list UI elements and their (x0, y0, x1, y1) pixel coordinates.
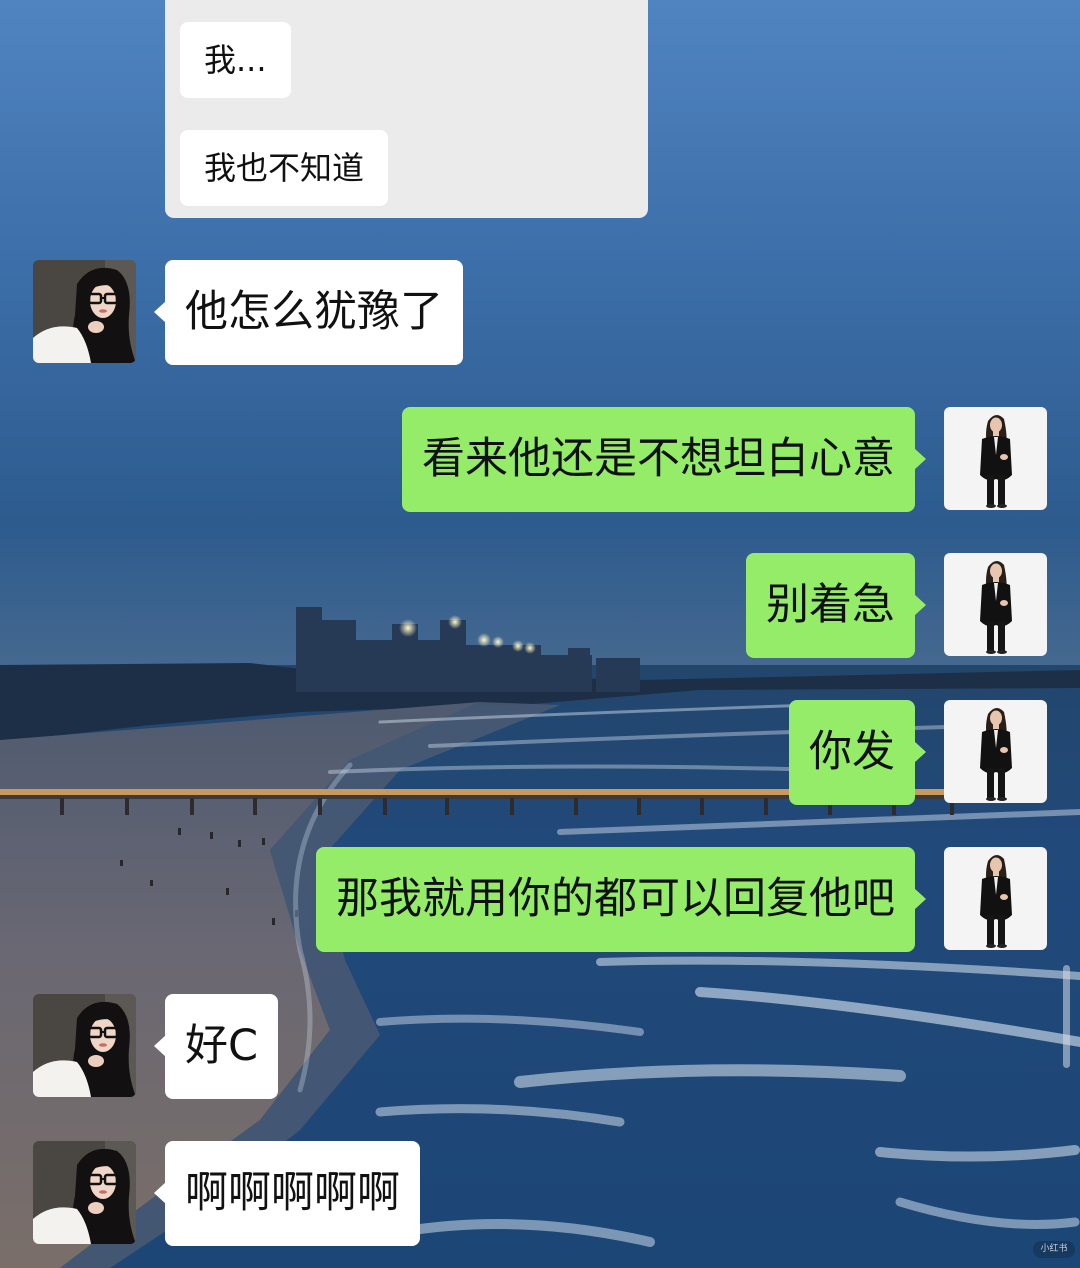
quoted-message-text: 我也不知道 (204, 149, 365, 187)
incoming-message-bubble[interactable]: 啊啊啊啊啊 (154, 1141, 420, 1246)
message-row: 看来他还是不想坦白心意 (0, 407, 1080, 513)
incoming-message-bubble[interactable]: 他怎么犹豫了 (154, 260, 463, 365)
my-avatar-icon[interactable] (944, 700, 1047, 803)
my-avatar-icon[interactable] (944, 407, 1047, 510)
quoted-message-text: 我... (204, 41, 267, 79)
outgoing-message-bubble[interactable]: 别着急 (746, 553, 926, 658)
watermark: 小红书 (1033, 1241, 1075, 1258)
message-row: 那我就用你的都可以回复他吧 (0, 847, 1080, 953)
message-text: 好C (185, 1021, 259, 1071)
outgoing-message-bubble[interactable]: 你发 (789, 700, 926, 805)
message-text: 别着急 (766, 580, 895, 630)
message-text: 你发 (809, 727, 895, 777)
building (596, 658, 640, 692)
avatar-photo (33, 994, 136, 1097)
chat-history-card[interactable]: 我... 我也不知道 (165, 0, 648, 218)
message-text: 啊啊啊啊啊 (185, 1168, 400, 1218)
contact-avatar-icon[interactable] (33, 1141, 136, 1244)
quoted-message-bubble: 我... (180, 22, 291, 98)
contact-avatar-icon[interactable] (33, 994, 136, 1097)
outgoing-message-bubble[interactable]: 看来他还是不想坦白心意 (402, 407, 926, 512)
my-avatar-icon[interactable] (944, 553, 1047, 656)
avatar-photo (33, 1141, 136, 1244)
message-text: 那我就用你的都可以回复他吧 (336, 874, 895, 924)
avatar-photo (944, 407, 1047, 510)
avatar-photo (33, 260, 136, 363)
message-text: 他怎么犹豫了 (185, 287, 443, 337)
contact-avatar-icon[interactable] (33, 260, 136, 363)
my-avatar-icon[interactable] (944, 847, 1047, 950)
scrollbar[interactable] (1063, 965, 1070, 1068)
message-text: 看来他还是不想坦白心意 (422, 434, 895, 484)
avatar-photo (944, 553, 1047, 656)
outgoing-message-bubble[interactable]: 那我就用你的都可以回复他吧 (316, 847, 926, 952)
incoming-message-bubble[interactable]: 好C (153, 994, 279, 1099)
message-row: 啊啊啊啊啊 (0, 1141, 1080, 1247)
avatar-photo (944, 847, 1047, 950)
message-row: 好C (0, 994, 1080, 1100)
message-row: 他怎么犹豫了 (0, 260, 1080, 366)
chat-screen: 我... 我也不知道 他怎么犹豫了 看来他还是不想坦白心意 别着急 你发 那我就… (0, 0, 1080, 1268)
quoted-message-bubble: 我也不知道 (180, 130, 389, 206)
avatar-photo (944, 700, 1047, 803)
message-row: 你发 (0, 700, 1080, 806)
message-row: 别着急 (0, 553, 1080, 659)
